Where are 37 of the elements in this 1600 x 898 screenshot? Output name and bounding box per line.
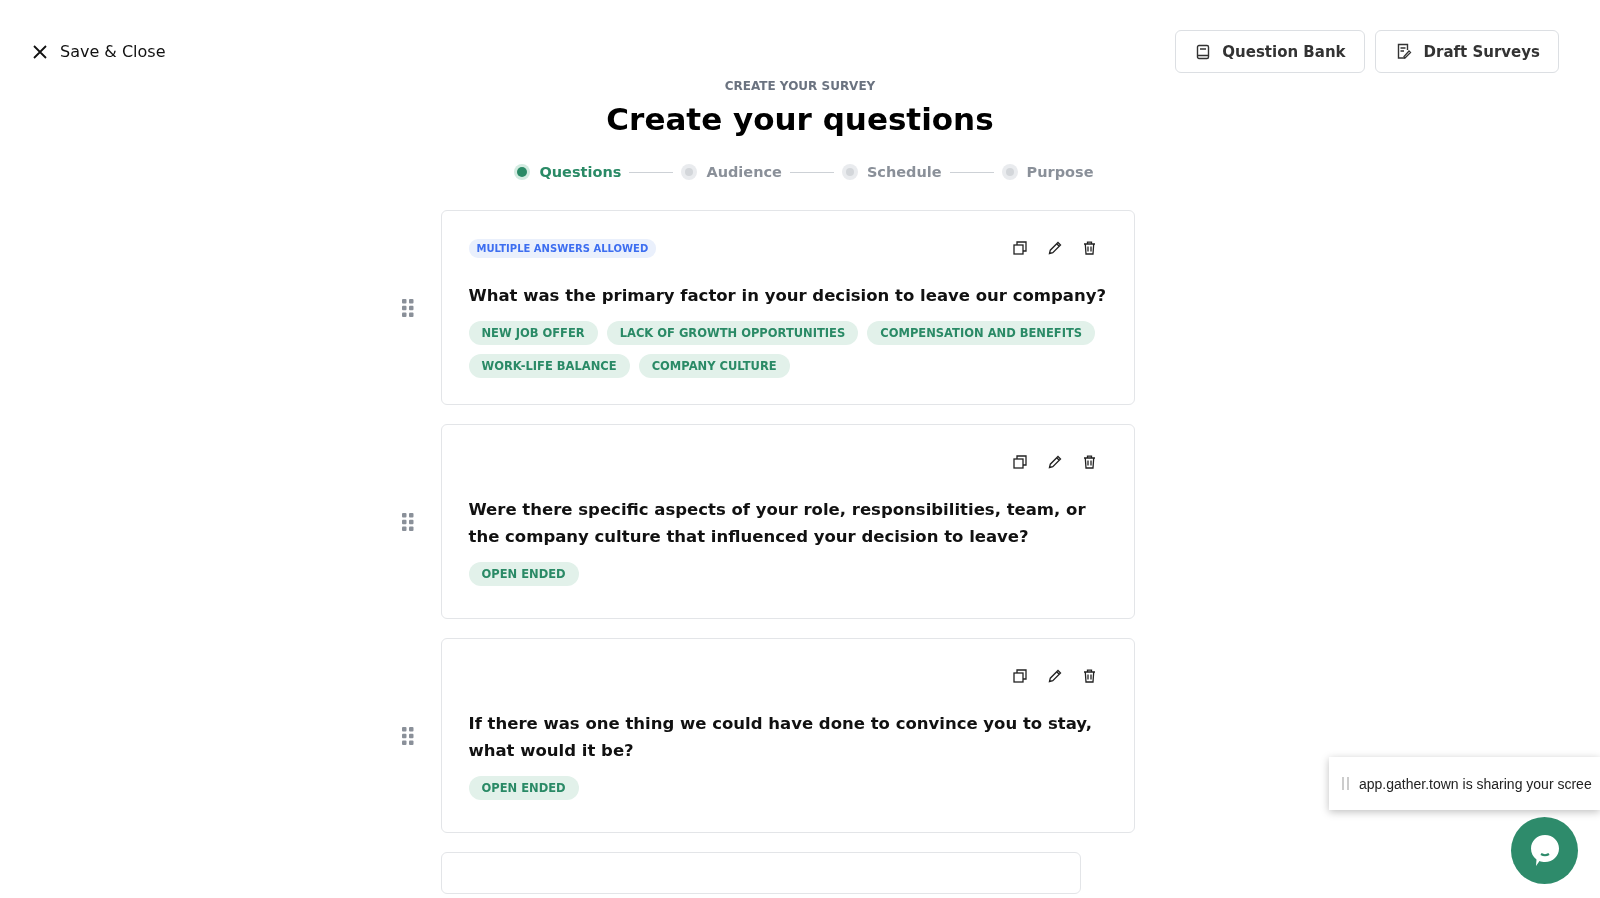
document-pen-icon [1395, 43, 1412, 60]
step-tab[interactable]: Schedule [841, 164, 942, 180]
pencil-icon[interactable] [1047, 455, 1062, 469]
answer-tag: LACK OF GROWTH OPPORTUNITIES [606, 321, 859, 345]
answer-tag: WORK-LIFE BALANCE [468, 354, 630, 378]
drag-grip-icon [1342, 777, 1349, 790]
copy-icon[interactable] [1012, 669, 1027, 683]
answer-type-badge: MULTIPLE ANSWERS ALLOWED [468, 238, 657, 258]
step-tab[interactable]: Questions [514, 164, 622, 180]
section-eyebrow: CREATE YOUR SURVEY [724, 79, 876, 93]
question-text: What was the primary factor in your decision to leave our company? [468, 285, 1107, 307]
draft-surveys-button[interactable]: Draft Surveys [1374, 30, 1559, 73]
drag-handle-icon[interactable] [401, 512, 414, 531]
step-tab[interactable]: Purpose [1001, 164, 1094, 180]
question-bank-button[interactable]: Question Bank [1175, 30, 1365, 73]
trash-icon[interactable] [1082, 455, 1096, 469]
page-title: Create your questions [606, 101, 994, 137]
drag-handle-icon[interactable] [401, 726, 414, 745]
book-icon [1196, 43, 1211, 60]
answer-tag: OPEN ENDED [468, 776, 579, 800]
answer-tag: OPEN ENDED [468, 562, 579, 586]
pencil-icon[interactable] [1047, 241, 1062, 255]
copy-icon[interactable] [1012, 455, 1027, 469]
copy-icon[interactable] [1012, 241, 1027, 255]
answer-tag: COMPANY CULTURE [638, 354, 790, 378]
trash-icon[interactable] [1082, 241, 1096, 255]
save-close-button[interactable]: Save & Close [32, 32, 166, 71]
pencil-icon[interactable] [1047, 669, 1062, 683]
question-text: Were there specific aspects of your role, responsibilities, team, or the company culture that influenced your decision to leave? [468, 499, 1087, 548]
drag-handle-icon[interactable] [401, 298, 414, 317]
question-text: If there was one thing we could have done to convince you to stay, what would it be? [468, 713, 1093, 762]
sharing-notice-text: app.gather.town is sharing your scree [1359, 775, 1592, 792]
step-tab[interactable]: Audience [681, 164, 782, 180]
trash-icon[interactable] [1082, 669, 1096, 683]
answer-tag: COMPENSATION AND BENEFITS [867, 321, 1096, 345]
close-icon [32, 43, 48, 60]
answer-tag: NEW JOB OFFER [468, 321, 598, 345]
